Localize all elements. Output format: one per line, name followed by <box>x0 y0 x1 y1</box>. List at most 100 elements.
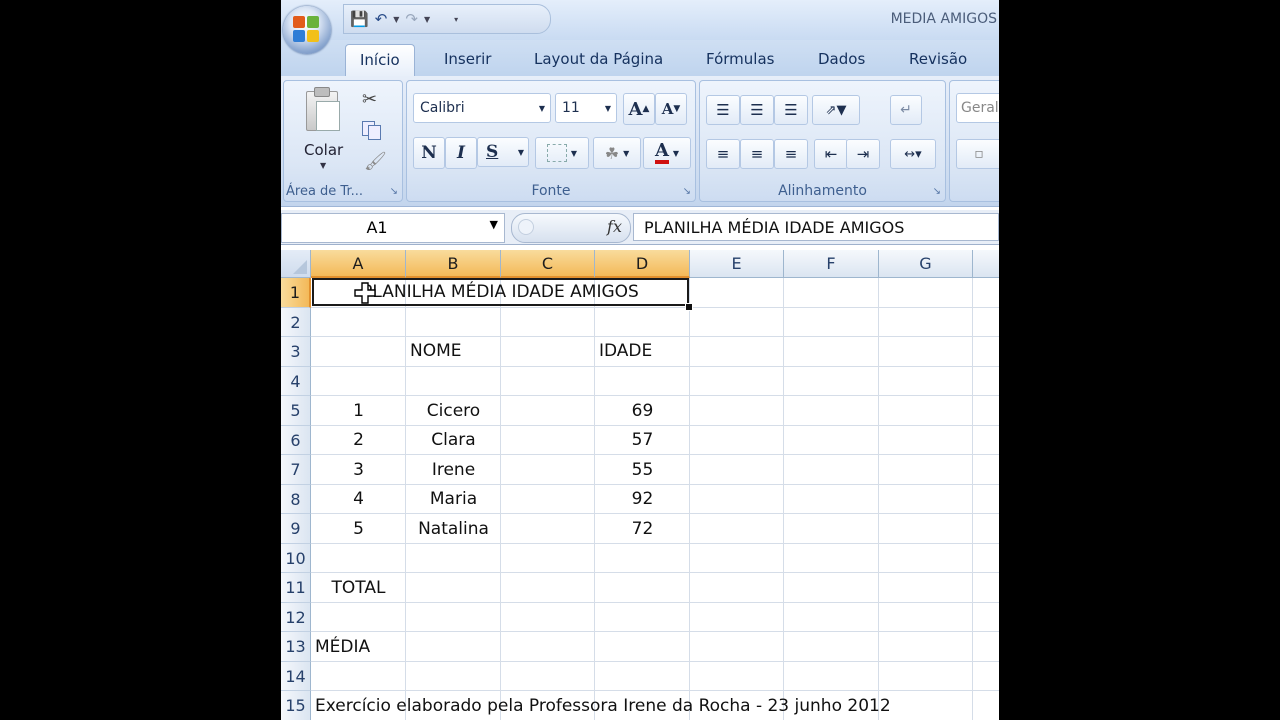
paste-icon[interactable] <box>302 87 342 135</box>
row-header-8[interactable]: 8 <box>281 484 311 514</box>
tab-formulas[interactable]: Fórmulas <box>706 50 774 68</box>
row-header-2[interactable]: 2 <box>281 307 311 337</box>
cut-icon[interactable]: ✂ <box>362 89 377 110</box>
row-header-11[interactable]: 11 <box>281 573 311 603</box>
worksheet-grid[interactable]: A B C D E F G 1 2 3 4 5 6 7 8 9 10 11 12 13 14 15 PLAN… <box>281 250 999 720</box>
insert-function-icon[interactable]: fx <box>607 217 622 236</box>
wrap-text-icon[interactable]: ↵ <box>890 95 922 125</box>
grow-font-button[interactable]: A ▲ <box>623 93 655 125</box>
tab-inserir[interactable]: Inserir <box>444 50 491 68</box>
column-header-g[interactable]: G <box>879 250 973 278</box>
save-icon[interactable]: 💾 <box>350 10 369 28</box>
cell-a6[interactable]: 2 <box>311 426 406 455</box>
column-header-f[interactable]: F <box>784 250 879 278</box>
cell-a13[interactable]: MÉDIA <box>315 633 370 662</box>
row-header-4[interactable]: 4 <box>281 366 311 396</box>
borders-dropdown-icon[interactable]: ▼ <box>571 149 577 158</box>
row-header-9[interactable]: 9 <box>281 514 311 544</box>
row-header-12[interactable]: 12 <box>281 602 311 632</box>
cell-a11[interactable]: TOTAL <box>311 574 406 603</box>
cell-d7[interactable]: 55 <box>595 456 690 485</box>
name-box[interactable]: A1 ▼ <box>281 213 505 243</box>
align-center-icon[interactable]: ≡ <box>740 139 774 169</box>
font-name-dropdown-icon[interactable]: ▼ <box>539 104 545 113</box>
row-header-6[interactable]: 6 <box>281 425 311 455</box>
column-header-e[interactable]: E <box>690 250 784 278</box>
row-header-10[interactable]: 10 <box>281 543 311 573</box>
font-size-dropdown-icon[interactable]: ▼ <box>605 104 611 113</box>
paste-dropdown-icon[interactable]: ▼ <box>320 161 326 170</box>
align-bottom-icon[interactable]: ☰ <box>774 95 808 125</box>
italic-button[interactable]: I <box>445 137 477 169</box>
row-header-15[interactable]: 15 <box>281 691 311 720</box>
font-color-dropdown-icon[interactable]: ▼ <box>673 149 679 158</box>
undo-icon[interactable]: ↶ <box>375 10 388 28</box>
name-box-dropdown-icon[interactable]: ▼ <box>490 218 498 231</box>
fill-handle[interactable] <box>685 303 693 311</box>
redo-dropdown-icon[interactable]: ▼ <box>424 15 430 24</box>
font-launcher-icon[interactable]: ↘ <box>683 186 691 197</box>
row-header-5[interactable]: 5 <box>281 396 311 426</box>
bold-button[interactable]: N <box>413 137 445 169</box>
fill-color-button[interactable]: ☘ ▼ <box>593 137 641 169</box>
row-header-14[interactable]: 14 <box>281 661 311 691</box>
row-header-3[interactable]: 3 <box>281 337 311 367</box>
cell-a8[interactable]: 4 <box>311 485 406 514</box>
cell-a7[interactable]: 3 <box>311 456 406 485</box>
column-header-a[interactable]: A <box>311 250 406 278</box>
paste-label[interactable]: Colar <box>304 141 343 159</box>
cell-a15[interactable]: Exercício elaborado pela Professora Iren… <box>315 692 891 720</box>
column-header-h[interactable] <box>973 250 999 278</box>
row-header-7[interactable]: 7 <box>281 455 311 485</box>
font-size-select[interactable]: 11 ▼ <box>555 93 617 123</box>
column-header-d[interactable]: D <box>595 250 690 278</box>
font-name-select[interactable]: Calibri ▼ <box>413 93 551 123</box>
underline-button[interactable]: S ▼ <box>477 137 529 167</box>
cell-b9[interactable]: Natalina <box>406 515 501 544</box>
merge-center-icon[interactable]: ↔▾ <box>890 139 936 169</box>
undo-dropdown-icon[interactable]: ▼ <box>393 15 399 24</box>
tab-dados[interactable]: Dados <box>818 50 865 68</box>
cell-d6[interactable]: 57 <box>595 426 690 455</box>
cell-b6[interactable]: Clara <box>406 426 501 455</box>
cell-d3[interactable]: IDADE <box>599 337 652 366</box>
cell-a9[interactable]: 5 <box>311 515 406 544</box>
cell-b7[interactable]: Irene <box>406 456 501 485</box>
align-middle-icon[interactable]: ☰ <box>740 95 774 125</box>
shrink-font-button[interactable]: A ▼ <box>655 93 687 125</box>
orientation-icon[interactable]: ⇗▼ <box>812 95 860 125</box>
align-right-icon[interactable]: ≡ <box>774 139 808 169</box>
redo-icon[interactable]: ↷ <box>405 10 418 28</box>
cell-a5[interactable]: 1 <box>311 397 406 426</box>
format-painter-icon[interactable]: 🖌 <box>364 151 387 172</box>
cell-b8[interactable]: Maria <box>406 485 501 514</box>
column-header-b[interactable]: B <box>406 250 501 278</box>
tab-inicio[interactable]: Início <box>345 44 415 77</box>
font-color-button[interactable]: A ▼ <box>643 137 691 169</box>
number-format-select[interactable]: Geral <box>956 93 999 123</box>
customize-qat-icon[interactable]: ▾ <box>454 15 458 24</box>
cell-d9[interactable]: 72 <box>595 515 690 544</box>
cell-d5[interactable]: 69 <box>595 397 690 426</box>
clipboard-launcher-icon[interactable]: ↘ <box>390 186 398 197</box>
cell-b3[interactable]: NOME <box>410 337 462 366</box>
align-top-icon[interactable]: ☰ <box>706 95 740 125</box>
borders-button[interactable]: ▼ <box>535 137 589 169</box>
alignment-launcher-icon[interactable]: ↘ <box>933 186 941 197</box>
align-left-icon[interactable]: ≡ <box>706 139 740 169</box>
row-header-1[interactable]: 1 <box>281 278 311 308</box>
select-all-button[interactable] <box>281 250 311 278</box>
cell-d8[interactable]: 92 <box>595 485 690 514</box>
decrease-indent-icon[interactable]: ⇤ <box>814 139 848 169</box>
currency-format-icon[interactable]: ▫ <box>956 139 999 169</box>
formula-input[interactable]: PLANILHA MÉDIA IDADE AMIGOS <box>633 213 999 241</box>
increase-indent-icon[interactable]: ⇥ <box>846 139 880 169</box>
cell-b5[interactable]: Cicero <box>406 397 501 426</box>
underline-dropdown-icon[interactable]: ▼ <box>518 148 524 157</box>
column-header-c[interactable]: C <box>501 250 595 278</box>
tab-revisao[interactable]: Revisão <box>909 50 967 68</box>
office-button[interactable] <box>283 6 331 54</box>
copy-icon[interactable] <box>362 121 381 140</box>
tab-layout-da-pagina[interactable]: Layout da Página <box>534 50 663 68</box>
row-header-13[interactable]: 13 <box>281 632 311 662</box>
